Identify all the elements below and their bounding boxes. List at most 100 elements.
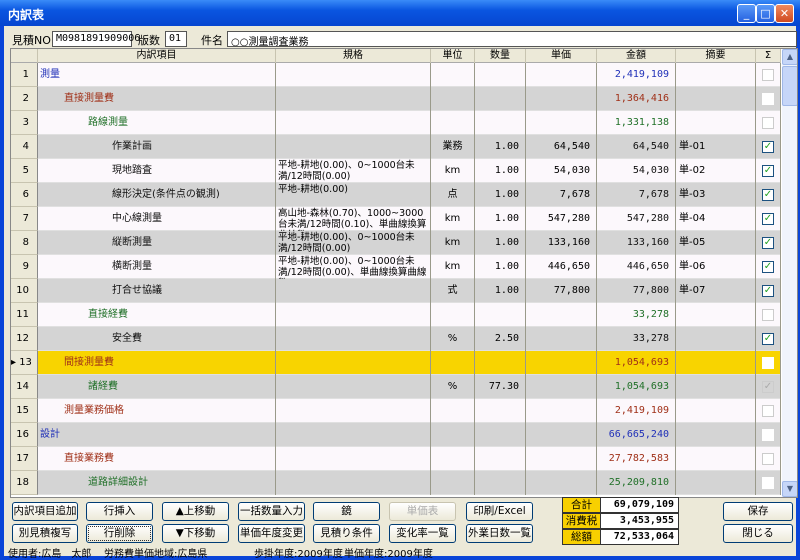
cell-qty[interactable]: 1.00	[475, 231, 526, 255]
cell-price[interactable]	[526, 471, 597, 495]
cell-qty[interactable]: 1.00	[475, 159, 526, 183]
table-row[interactable]: 2 直接測量費 1,364,416	[11, 87, 781, 111]
sum-checkbox[interactable]	[762, 357, 774, 369]
table-row[interactable]: 5 現地踏査 平地-耕地(0.00)、0~1000台未満/12時間(0.00) km 1…	[11, 159, 781, 183]
row-number[interactable]: 16	[11, 423, 38, 447]
row-number[interactable]: ▸ 13	[11, 351, 38, 375]
cell-amount[interactable]: 2,419,109	[597, 63, 676, 87]
sum-checkbox[interactable]: ✓	[762, 261, 774, 273]
row-number[interactable]: 3	[11, 111, 38, 135]
cell-price[interactable]	[526, 399, 597, 423]
cell-unit[interactable]: km	[431, 231, 475, 255]
cell-price[interactable]: 77,800	[526, 279, 597, 303]
cell-unit[interactable]: km	[431, 255, 475, 279]
cell-unit[interactable]: 式	[431, 279, 475, 303]
cell-note[interactable]: 単-07	[676, 279, 756, 303]
cell-amount[interactable]: 77,800	[597, 279, 676, 303]
unit-price-table-button[interactable]: 単価表	[389, 502, 456, 521]
table-row[interactable]: 3 路線測量 1,331,138	[11, 111, 781, 135]
row-number[interactable]: 8	[11, 231, 38, 255]
cell-price[interactable]: 133,160	[526, 231, 597, 255]
cell-item[interactable]: 現地踏査	[38, 159, 276, 183]
cell-spec[interactable]: 平地-耕地(0.00)	[276, 183, 431, 207]
mirror-button[interactable]: 鏡	[313, 502, 380, 521]
column-header-sigma[interactable]: Σ	[756, 49, 781, 63]
table-row[interactable]: 9 横断測量 平地-耕地(0.00)、0~1000台未満/12時間(0.00)、単曲…	[11, 255, 781, 279]
cell-unit[interactable]	[431, 471, 475, 495]
cell-note[interactable]	[676, 399, 756, 423]
scroll-up-icon[interactable]: ▲	[782, 49, 797, 65]
row-number[interactable]: 6	[11, 183, 38, 207]
cell-spec[interactable]	[276, 375, 431, 399]
cell-item[interactable]: 路線測量	[38, 111, 276, 135]
version-field[interactable]: 01	[165, 31, 187, 47]
cell-unit[interactable]	[431, 351, 475, 375]
cell-note[interactable]	[676, 423, 756, 447]
cell-price[interactable]	[526, 375, 597, 399]
cell-unit[interactable]: km	[431, 207, 475, 231]
cell-qty[interactable]	[475, 63, 526, 87]
cell-spec[interactable]	[276, 399, 431, 423]
close-window-button[interactable]: ✕	[775, 4, 794, 23]
cell-price[interactable]	[526, 327, 597, 351]
cell-note[interactable]	[676, 303, 756, 327]
table-row[interactable]: 1 測量 2,419,109	[11, 63, 781, 87]
cell-amount[interactable]: 2,419,109	[597, 399, 676, 423]
cell-spec[interactable]	[276, 63, 431, 87]
table-row[interactable]: 11 直接経費 33,278	[11, 303, 781, 327]
cell-price[interactable]: 64,540	[526, 135, 597, 159]
sum-checkbox[interactable]	[762, 309, 774, 321]
cell-item[interactable]: 縦断測量	[38, 231, 276, 255]
change-year-button[interactable]: 単価年度変更	[238, 524, 305, 543]
sum-checkbox[interactable]	[762, 93, 774, 105]
sum-checkbox[interactable]: ✓	[762, 213, 774, 225]
cell-unit[interactable]	[431, 63, 475, 87]
cell-spec[interactable]	[276, 327, 431, 351]
column-header-amount[interactable]: 金額	[597, 49, 676, 63]
sum-checkbox[interactable]	[762, 69, 774, 81]
cell-note[interactable]: 単-03	[676, 183, 756, 207]
sum-checkbox[interactable]: ✓	[762, 189, 774, 201]
cell-spec[interactable]	[276, 87, 431, 111]
cell-item[interactable]: 線形決定(条件点の観測)	[38, 183, 276, 207]
scroll-down-icon[interactable]: ▼	[782, 481, 797, 497]
row-number[interactable]: 11	[11, 303, 38, 327]
cell-qty[interactable]	[475, 87, 526, 111]
row-number[interactable]: 12	[11, 327, 38, 351]
cell-unit[interactable]	[431, 423, 475, 447]
sum-checkbox[interactable]	[762, 453, 774, 465]
cell-unit[interactable]	[431, 399, 475, 423]
cell-unit[interactable]: 点	[431, 183, 475, 207]
cell-qty[interactable]: 1.00	[475, 207, 526, 231]
cell-unit[interactable]	[431, 303, 475, 327]
sum-checkbox[interactable]: ✓	[762, 141, 774, 153]
maximize-button[interactable]: □	[756, 4, 775, 23]
cell-unit[interactable]: %	[431, 375, 475, 399]
cell-item[interactable]: 間接測量費	[38, 351, 276, 375]
cell-note[interactable]: 単-02	[676, 159, 756, 183]
cell-amount[interactable]: 54,030	[597, 159, 676, 183]
cell-item[interactable]: 直接測量費	[38, 87, 276, 111]
row-number[interactable]: 14	[11, 375, 38, 399]
cell-item[interactable]: 打合せ協議	[38, 279, 276, 303]
table-row[interactable]: 6 線形決定(条件点の観測) 平地-耕地(0.00) 点 1.00 7,678 7,678 単…	[11, 183, 781, 207]
vertical-scrollbar[interactable]: ▲ ▼	[782, 49, 797, 497]
cell-qty[interactable]: 1.00	[475, 255, 526, 279]
cell-note[interactable]: 単-05	[676, 231, 756, 255]
conditions-button[interactable]: 見積り条件	[313, 524, 380, 543]
cell-qty[interactable]	[475, 447, 526, 471]
minimize-button[interactable]: _	[737, 4, 756, 23]
cell-qty[interactable]	[475, 351, 526, 375]
sum-checkbox[interactable]	[762, 117, 774, 129]
cell-qty[interactable]	[475, 303, 526, 327]
cell-qty[interactable]	[475, 423, 526, 447]
cell-note[interactable]	[676, 375, 756, 399]
row-number[interactable]: 2	[11, 87, 38, 111]
cell-qty[interactable]	[475, 399, 526, 423]
cell-price[interactable]	[526, 111, 597, 135]
row-number[interactable]: 4	[11, 135, 38, 159]
cell-item[interactable]: 測量業務価格	[38, 399, 276, 423]
cell-note[interactable]	[676, 63, 756, 87]
cell-price[interactable]	[526, 87, 597, 111]
row-number[interactable]: 10	[11, 279, 38, 303]
